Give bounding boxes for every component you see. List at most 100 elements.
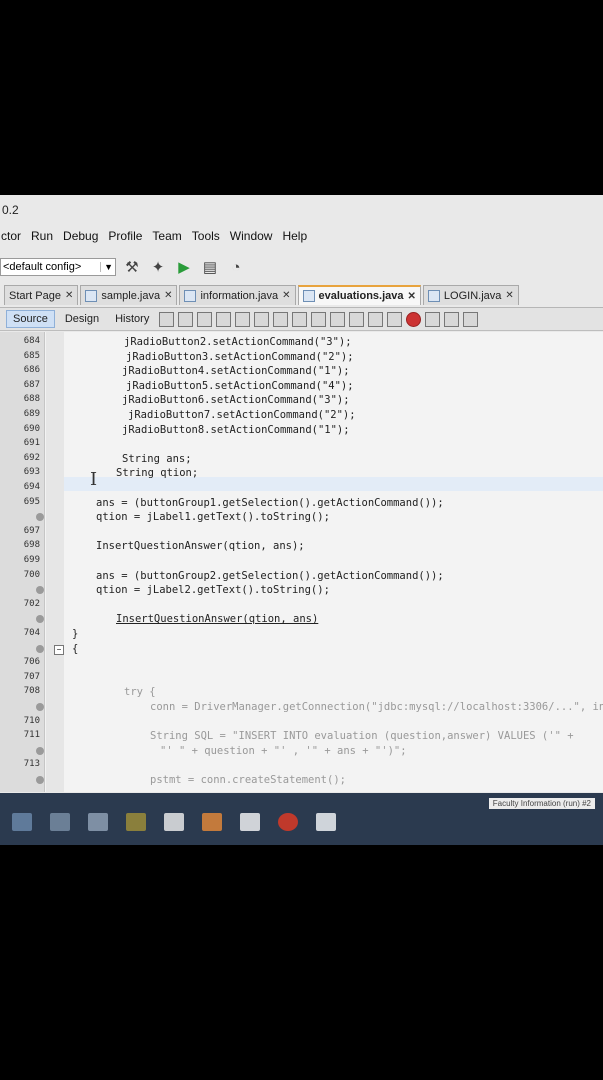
menu-item-source-editor[interactable]: ctor	[0, 229, 22, 251]
code-line[interactable]: }	[72, 628, 78, 640]
code-line[interactable]: ans = (buttonGroup1.getSelection().getAc…	[96, 497, 444, 509]
line-number: 699	[23, 555, 40, 565]
menu-item-window[interactable]: Window	[229, 229, 274, 251]
menu-item-debug[interactable]: Debug	[62, 229, 99, 251]
taskbar: Faculty Information (run) #2	[0, 793, 603, 845]
hint-bulb-icon[interactable]	[36, 746, 44, 755]
code-line[interactable]: qtion = jLabel1.getText().toString();	[96, 511, 330, 523]
tab-start-page[interactable]: Start Page ✕	[4, 285, 79, 305]
file-tab-bar: Start Page ✕ sample.java ✕ information.j…	[0, 285, 603, 308]
tab-evaluations-java[interactable]: evaluations.java ✕	[297, 285, 421, 305]
run-status[interactable]: Faculty Information (run) #2	[488, 798, 595, 809]
next-bookmark-icon[interactable]	[330, 311, 346, 327]
tab-sample-java[interactable]: sample.java ✕	[80, 285, 178, 305]
line-number: 704	[23, 628, 40, 638]
fold-margin	[46, 332, 64, 792]
hint-bulb-icon[interactable]	[36, 703, 44, 711]
close-icon[interactable]: ✕	[164, 290, 172, 301]
code-line[interactable]: try {	[124, 686, 156, 698]
shift-left-icon[interactable]	[368, 311, 384, 327]
line-number: 706	[23, 657, 40, 668]
code-line[interactable]: jRadioButton7.setActionCommand("2");	[128, 409, 356, 421]
stop-macro-icon[interactable]	[425, 311, 441, 327]
menu-item-run[interactable]: Run	[30, 229, 54, 251]
forward-icon[interactable]	[197, 311, 213, 327]
hint-bulb-icon[interactable]	[36, 776, 44, 784]
config-select[interactable]: <default config> ▼	[0, 258, 116, 276]
find-next-icon[interactable]	[254, 311, 270, 327]
code-line[interactable]: conn = DriverManager.getConnection("jdbc…	[150, 701, 603, 713]
taskbar-app-icon[interactable]	[88, 813, 108, 831]
close-icon[interactable]: ✕	[65, 290, 73, 301]
close-icon[interactable]: ✕	[505, 290, 513, 301]
fold-toggle-icon[interactable]: −	[54, 644, 64, 655]
menu-item-profile[interactable]: Profile	[107, 229, 143, 251]
last-edit-icon[interactable]	[159, 311, 175, 327]
menu-item-help[interactable]: Help	[281, 229, 308, 251]
shift-right-icon[interactable]	[387, 311, 403, 327]
code-line[interactable]: {	[72, 643, 78, 655]
code-line[interactable]: String SQL = "INSERT INTO evaluation (qu…	[150, 730, 574, 742]
code-line[interactable]: String qtion;	[116, 467, 198, 479]
code-line[interactable]: jRadioButton4.setActionCommand("1");	[122, 365, 350, 377]
code-line[interactable]: String ans;	[122, 453, 192, 465]
taskbar-app-icon[interactable]	[240, 813, 260, 831]
tab-source[interactable]: Source	[6, 310, 55, 328]
line-number: 711	[23, 730, 40, 741]
main-toolbar: <default config> ▼ ⚒ ✦ ▶ ▤ ◔	[0, 253, 603, 281]
tab-label: sample.java	[101, 289, 161, 302]
code-line[interactable]: ans = (buttonGroup2.getSelection().getAc…	[96, 570, 444, 582]
code-line[interactable]: jRadioButton6.setActionCommand("3");	[122, 394, 350, 406]
debug-icon[interactable]: ▤	[200, 257, 220, 277]
code-line[interactable]: pstmt = conn.createStatement();	[150, 774, 346, 786]
hint-bulb-icon[interactable]	[36, 644, 44, 653]
hammer-build-icon[interactable]: ⚒	[122, 257, 142, 277]
code-line[interactable]: "' " + question + "' , '" + ans + "')";	[160, 745, 407, 757]
line-number: 688	[23, 394, 40, 405]
code-line[interactable]: qtion = jLabel2.getText().toString();	[96, 584, 330, 596]
taskbar-app-icon[interactable]	[12, 813, 32, 831]
chrome-icon[interactable]	[278, 813, 298, 831]
close-icon[interactable]: ✕	[282, 290, 290, 301]
code-line[interactable]: jRadioButton2.setActionCommand("3");	[124, 336, 352, 348]
line-number: 694	[23, 482, 40, 492]
code-line[interactable]: jRadioButton3.setActionCommand("2");	[126, 351, 354, 363]
profile-icon[interactable]: ◔	[226, 257, 246, 277]
code-line[interactable]: jRadioButton5.setActionCommand("4");	[126, 380, 354, 392]
toggle-bookmark-icon[interactable]	[349, 311, 365, 327]
code-editor[interactable]: 684 jRadioButton2.setActionCommand("3"); 6…	[0, 332, 603, 792]
back-icon[interactable]	[178, 311, 194, 327]
code-line[interactable]: jRadioButton8.setActionCommand("1");	[122, 424, 350, 436]
menu-item-tools[interactable]: Tools	[191, 229, 221, 251]
tab-history[interactable]: History	[109, 311, 155, 327]
taskbar-app-icon[interactable]	[164, 813, 184, 831]
toggle-rect-select-icon[interactable]	[292, 311, 308, 327]
previous-bookmark-icon[interactable]	[311, 311, 327, 327]
taskbar-app-icon[interactable]	[50, 813, 70, 831]
java-file-icon	[427, 289, 440, 302]
line-number: 690	[23, 423, 40, 434]
tab-information-java[interactable]: information.java ✕	[179, 285, 296, 305]
clean-build-icon[interactable]: ✦	[148, 257, 168, 277]
tab-design[interactable]: Design	[59, 311, 105, 327]
code-line[interactable]: InsertQuestionAnswer(qtion, ans)	[116, 613, 318, 625]
config-value: <default config>	[3, 261, 82, 273]
close-icon[interactable]: ✕	[408, 291, 416, 302]
taskbar-app-icon[interactable]	[202, 813, 222, 831]
line-number: 691	[23, 438, 40, 449]
uncomment-icon[interactable]	[463, 311, 479, 327]
toggle-highlight-icon[interactable]	[273, 311, 289, 327]
find-icon[interactable]	[216, 311, 232, 327]
taskbar-app-icon[interactable]	[316, 813, 336, 831]
comment-icon[interactable]	[444, 311, 460, 327]
line-number: 689	[23, 409, 40, 419]
menu-item-team[interactable]: Team	[151, 229, 182, 251]
code-line[interactable]: InsertQuestionAnswer(qtion, ans);	[96, 540, 305, 552]
run-icon[interactable]: ▶	[174, 257, 194, 277]
menu-bar: ctor Run Debug Profile Team Tools Window…	[0, 229, 603, 251]
find-previous-icon[interactable]	[235, 311, 251, 327]
tab-login-java[interactable]: LOGIN.java ✕	[422, 285, 519, 305]
start-macro-icon[interactable]	[406, 311, 422, 327]
line-number: 698	[23, 540, 40, 551]
taskbar-app-icon[interactable]	[126, 813, 146, 831]
